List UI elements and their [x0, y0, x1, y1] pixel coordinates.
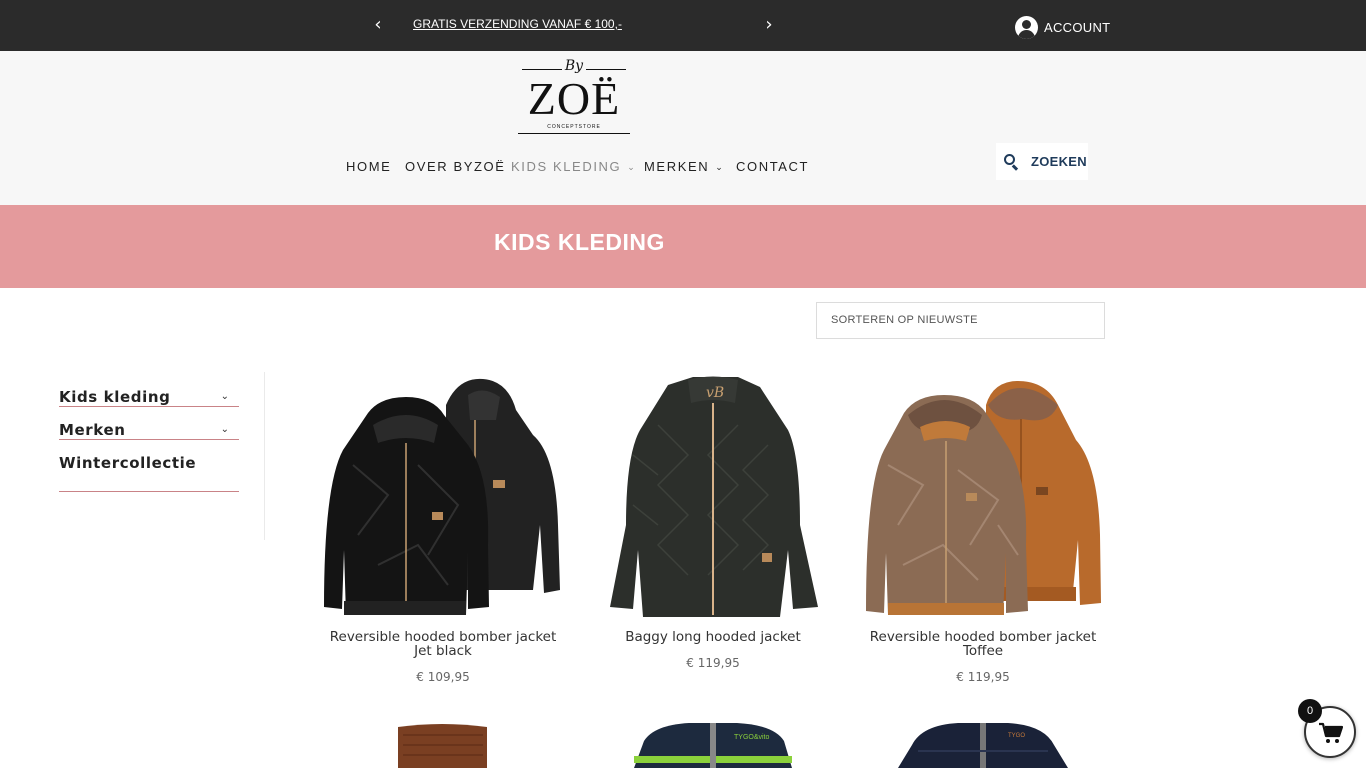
product-price: € 109,95 — [416, 670, 470, 684]
logo[interactable]: By ZOË CONCEPTSTORE — [516, 57, 632, 135]
logo-by: By — [564, 58, 584, 74]
logo-line — [518, 133, 630, 134]
site-header: By ZOË CONCEPTSTORE HOME OVER BYZOË KIDS… — [0, 51, 1366, 205]
announcement-link[interactable]: GRATIS VERZENDING VANAF € 100,- — [413, 17, 622, 31]
product-name-line: Reversible hooded bomber jacket — [869, 629, 1097, 645]
cart-count-badge: 0 — [1298, 699, 1322, 723]
product-card[interactable]: Reversible hooded bomber jacket Jet blac… — [318, 375, 568, 684]
category-banner: KIDS KLEDING — [0, 205, 1366, 288]
sidebar-divider — [264, 372, 265, 540]
product-image[interactable]: TYGO — [898, 723, 1068, 768]
logo-line — [586, 69, 626, 70]
logo-subtitle: CONCEPTSTORE — [547, 124, 601, 130]
product-name-line: Jet black — [414, 643, 472, 659]
divider — [59, 406, 239, 407]
sidebar-item-label: Kids kleding — [59, 388, 171, 406]
sidebar-item-wintercollectie[interactable]: Wintercollectie — [59, 446, 239, 492]
page-title: KIDS KLEDING — [494, 229, 665, 255]
product-card[interactable]: vB Baggy long hooded jacket € 119,95 — [588, 375, 838, 670]
search-button[interactable]: ZOEKEN — [996, 143, 1088, 180]
sort-select[interactable]: SORTEREN OP NIEUWSTE — [816, 302, 1105, 339]
chevron-right-icon[interactable]: › — [759, 13, 779, 37]
product-image[interactable]: TYGO&vito — [634, 723, 792, 768]
chevron-down-icon: ⌄ — [715, 162, 725, 172]
product-name-line: Toffee — [962, 643, 1004, 659]
nav-item-kids-kleding[interactable]: KIDS KLEDING ⌄ — [511, 159, 636, 174]
product-name-line: Reversible hooded bomber jacket — [329, 629, 557, 645]
sidebar-item-kids-kleding[interactable]: Kids kleding ⌄ — [59, 380, 239, 407]
product-image[interactable] — [858, 375, 1108, 617]
product-card[interactable]: Reversible hooded bomber jacket Toffee €… — [858, 375, 1108, 684]
chevron-down-icon[interactable]: ⌄ — [221, 424, 229, 435]
search-icon — [1004, 153, 1020, 170]
divider — [59, 439, 239, 440]
sidebar-item-label: Wintercollectie — [59, 454, 197, 472]
svg-text:vB: vB — [706, 385, 724, 401]
product-image[interactable] — [395, 723, 490, 768]
account-label: ACCOUNT — [1044, 19, 1111, 35]
product-price: € 119,95 — [686, 656, 740, 670]
chevron-down-icon[interactable]: ⌄ — [221, 391, 229, 402]
search-label: ZOEKEN — [1031, 154, 1087, 169]
logo-name: ZOË — [527, 73, 621, 124]
shopping-cart-icon — [1319, 722, 1343, 743]
product-image[interactable]: vB — [588, 375, 838, 617]
svg-text:TYGO: TYGO — [1008, 733, 1025, 739]
nav-item-home[interactable]: HOME — [346, 159, 391, 174]
product-price: € 119,95 — [956, 670, 1010, 684]
product-name[interactable]: Baggy long hooded jacket — [588, 630, 838, 644]
sidebar-item-merken[interactable]: Merken ⌄ — [59, 413, 239, 440]
product-name-line: Baggy long hooded jacket — [625, 629, 801, 645]
chevron-down-icon: ⌄ — [627, 162, 637, 172]
sort-selected-value: SORTEREN OP NIEUWSTE — [831, 314, 978, 326]
product-image[interactable] — [318, 375, 568, 617]
product-name[interactable]: Reversible hooded bomber jacket Toffee — [858, 630, 1108, 658]
chevron-left-icon[interactable]: ‹ — [368, 13, 388, 37]
nav-item-contact[interactable]: CONTACT — [736, 159, 809, 174]
logo-line — [522, 69, 562, 70]
nav-item-over-byzoe[interactable]: OVER BYZOË — [405, 159, 506, 174]
user-circle-icon — [1015, 15, 1038, 39]
svg-text:TYGO&vito: TYGO&vito — [734, 734, 770, 741]
divider — [59, 491, 239, 492]
sidebar-item-label: Merken — [59, 421, 126, 439]
account-link[interactable]: ACCOUNT — [1015, 15, 1110, 39]
announcement-bar: ‹ GRATIS VERZENDING VANAF € 100,- › ACCO… — [0, 0, 1366, 51]
nav-item-merken[interactable]: MERKEN ⌄ — [644, 159, 724, 174]
product-name[interactable]: Reversible hooded bomber jacket Jet blac… — [318, 630, 568, 658]
